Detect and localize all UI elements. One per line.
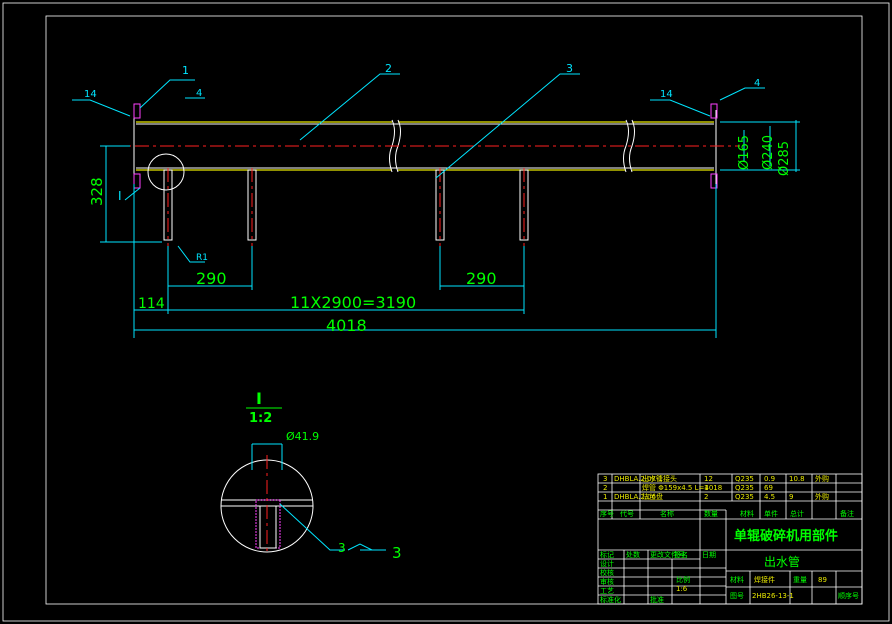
svg-text:焊管 Φ159x4.5 L=4018: 焊管 Φ159x4.5 L=4018 [642, 483, 722, 492]
dim-overall: 4018 [326, 316, 367, 335]
weld-left: 14 [84, 89, 97, 100]
svg-text:备注: 备注 [840, 509, 854, 518]
svg-text:名称: 名称 [660, 509, 674, 518]
svg-text:3: 3 [603, 475, 607, 483]
svg-text:出水管接头: 出水管接头 [642, 474, 677, 483]
detail-circle [147, 153, 185, 191]
dim-d165: Ø165 [737, 135, 752, 170]
svg-text:Q235: Q235 [735, 493, 754, 501]
dim-spacing: 11X2900=3190 [290, 293, 416, 312]
scale-value: 1:6 [676, 585, 688, 593]
drawing-number: 2HB26-13-1 [752, 592, 794, 600]
svg-text:1: 1 [704, 484, 708, 492]
svg-text:标准化: 标准化 [600, 595, 621, 604]
material-value: 焊接件 [754, 575, 775, 584]
seq-label: 顺序号 [838, 591, 859, 600]
sign-labels: 标记 处数 更改文件号 签名 日期 [600, 550, 716, 559]
scale-label: 比例 [676, 575, 690, 584]
svg-text:校核: 校核 [600, 568, 614, 577]
weld-flange: 4 [196, 88, 202, 99]
dim-left-offset: 114 [138, 296, 165, 312]
svg-text:Q235: Q235 [735, 484, 754, 492]
cad-drawing: 1 2 3 14 4 14 4 I R1 4018 11X2900=3190 1… [2, 2, 890, 622]
approval-labels: 设计 校核 审核 工艺 标准化 批准 [600, 559, 664, 604]
svg-text:批准: 批准 [650, 595, 664, 604]
sheet-label: 图号 [730, 592, 744, 600]
balloon-1: 1 [182, 64, 189, 77]
part-name: 出水管 [764, 554, 800, 569]
flange-left-top [133, 103, 141, 119]
svg-text:9: 9 [789, 493, 793, 501]
svg-text:代号: 代号 [620, 509, 634, 518]
svg-text:外购: 外购 [815, 474, 829, 483]
svg-text:材料: 材料 [740, 509, 754, 518]
detail-weld: 3 [392, 544, 402, 562]
svg-text:Q235: Q235 [735, 475, 754, 483]
weld-right-flange: 4 [754, 78, 760, 89]
svg-text:审核: 审核 [600, 577, 614, 586]
bom-row-3: 1 DHBLA.2.06 法兰盘 2 Q235 4.5 9 外购 [603, 492, 829, 501]
svg-text:标记: 标记 [600, 550, 614, 559]
detail-title: I [256, 389, 262, 408]
svg-text:处数: 处数 [626, 550, 640, 559]
svg-text:签名: 签名 [674, 550, 688, 559]
material-label: 材料 [730, 575, 744, 584]
svg-text:2: 2 [704, 493, 708, 501]
dim-d240: Ø240 [761, 135, 776, 170]
outlet-nozzles [163, 168, 529, 246]
svg-text:10.8: 10.8 [789, 475, 805, 483]
flange-left-bottom [133, 173, 141, 189]
weight-label: 重量 [793, 576, 807, 584]
svg-text:12: 12 [704, 475, 713, 483]
bom-row-2: 2 焊管 Φ159x4.5 L=4018 1 Q235 69 [603, 483, 773, 492]
svg-text:数量: 数量 [704, 509, 718, 518]
project-title: 单辊破碎机用部件 [734, 528, 838, 544]
detail-scale: 1:2 [249, 411, 272, 426]
dim-d285: Ø285 [777, 141, 792, 176]
dimension-lines [100, 120, 800, 338]
svg-text:日期: 日期 [702, 551, 716, 559]
svg-text:2: 2 [603, 484, 607, 492]
svg-text:4.5: 4.5 [764, 493, 775, 501]
bom-row-1: 3 DHBLA.2.07-1 出水管接头 12 Q235 0.9 10.8 外购 [603, 474, 829, 483]
radius-label: R1 [196, 253, 208, 263]
svg-text:外购: 外购 [815, 492, 829, 501]
dim-right-pitch: 290 [466, 269, 497, 288]
detail-marker: I [118, 189, 122, 203]
balloon-3: 3 [566, 62, 573, 75]
detail-callout: 3 [338, 541, 346, 555]
svg-text:69: 69 [764, 484, 773, 492]
detail-diameter: Ø41.9 [286, 430, 319, 443]
svg-text:单件: 单件 [764, 509, 778, 518]
weld-right: 14 [660, 89, 673, 100]
svg-text:设计: 设计 [600, 559, 614, 568]
svg-text:序号: 序号 [600, 509, 614, 518]
dim-left-pitch: 290 [196, 269, 227, 288]
svg-text:总计: 总计 [790, 509, 804, 518]
svg-text:1: 1 [603, 493, 607, 501]
weight-value: 89 [818, 576, 827, 584]
svg-text:法兰盘: 法兰盘 [642, 492, 663, 501]
svg-text:工艺: 工艺 [600, 587, 614, 595]
balloon-2: 2 [385, 62, 392, 75]
detail-geometry [221, 443, 386, 552]
svg-text:0.9: 0.9 [764, 475, 775, 483]
dim-height: 328 [88, 177, 106, 206]
